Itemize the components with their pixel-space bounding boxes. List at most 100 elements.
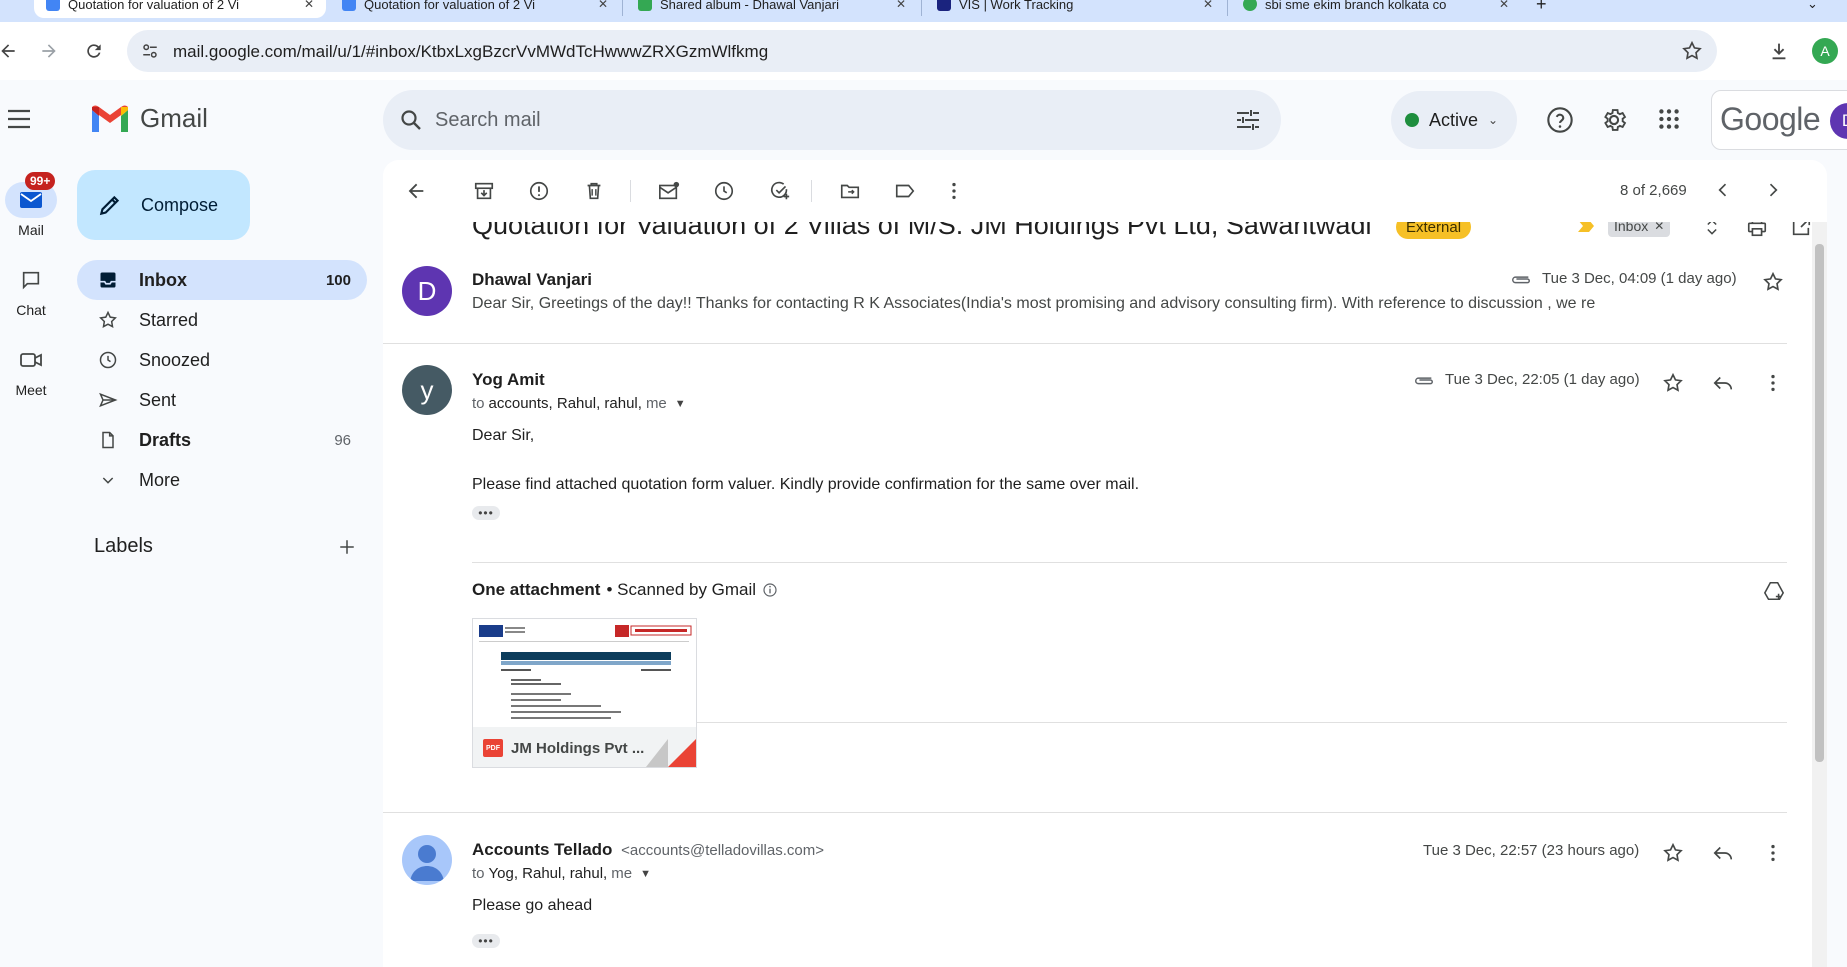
pencil-icon	[99, 195, 120, 216]
download-icon[interactable]	[1765, 37, 1793, 65]
tab-close-icon[interactable]: ✕	[896, 0, 906, 11]
message-collapsed[interactable]: D Dhawal Vanjari Dear Sir, Greetings of …	[383, 263, 1793, 363]
compose-label: Compose	[141, 194, 219, 215]
tab-close-icon[interactable]: ✕	[304, 0, 314, 11]
message-divider	[383, 343, 1787, 344]
add-to-drive-icon[interactable]	[1762, 580, 1786, 602]
message-date-text: Tue 3 Dec, 04:09 (1 day ago)	[1542, 270, 1737, 287]
rail-mail-label: Mail	[18, 222, 44, 238]
settings-gear-icon[interactable]	[1600, 106, 1628, 134]
chat-icon	[22, 271, 40, 290]
search-bar[interactable]	[383, 90, 1281, 150]
message-date-text: Tue 3 Dec, 22:05 (1 day ago)	[1445, 371, 1640, 388]
bookmark-star-icon[interactable]	[1681, 40, 1703, 62]
gmail-logo[interactable]: Gmail	[90, 103, 208, 134]
forward-icon[interactable]	[35, 37, 63, 65]
rail-mail[interactable]: 99+ Mail	[0, 172, 62, 238]
snooze-icon[interactable]	[713, 180, 735, 202]
message-date: Tue 3 Dec, 22:05 (1 day ago)	[1413, 371, 1640, 388]
search-options-icon[interactable]	[1235, 108, 1261, 132]
rail-chat[interactable]: Chat	[0, 262, 62, 318]
sidebar-item-snoozed[interactable]: Snoozed	[77, 340, 367, 380]
sidebar-nav: Inbox 100 Starred Snoozed Sent Drafts 96…	[77, 260, 367, 500]
back-to-inbox-icon[interactable]	[405, 180, 427, 202]
add-to-tasks-icon[interactable]	[768, 180, 792, 202]
reply-icon[interactable]	[1712, 842, 1734, 864]
tab-close-icon[interactable]: ✕	[1499, 0, 1509, 11]
tab-title: Shared album - Dhawal Vanjari	[660, 0, 839, 12]
site-settings-icon[interactable]	[141, 42, 159, 60]
reply-icon[interactable]	[1712, 372, 1734, 394]
address-bar[interactable]: mail.google.com/mail/u/1/#inbox/KtbxLxgB…	[127, 30, 1717, 72]
archive-icon[interactable]	[473, 180, 495, 202]
star-icon	[97, 310, 119, 330]
inbox-icon	[97, 270, 119, 290]
star-icon[interactable]	[1662, 842, 1684, 864]
compose-button[interactable]: Compose	[77, 170, 250, 240]
browser-profile-avatar[interactable]: A	[1812, 38, 1838, 64]
new-tab-button[interactable]: +	[1524, 0, 1564, 18]
message-body: Please find attached quotation form valu…	[472, 476, 1140, 493]
attachment-card[interactable]: PDF JM Holdings Pvt ...	[472, 618, 697, 768]
sidebar-item-sent[interactable]: Sent	[77, 380, 367, 420]
sender-avatar: D	[402, 266, 452, 316]
apps-grid-icon[interactable]	[1656, 106, 1682, 132]
more-options-icon[interactable]	[943, 180, 965, 202]
delete-icon[interactable]	[583, 180, 605, 202]
browser-tab-active[interactable]: Quotation for valuation of 2 Vi ✕	[34, 0, 326, 18]
recipients-dropdown-icon[interactable]: ▼	[640, 868, 651, 880]
photos-favicon-icon	[638, 0, 652, 11]
recipients-line[interactable]: to accounts, Rahul, rahul, me ▼	[472, 395, 686, 412]
search-icon[interactable]	[399, 108, 423, 132]
browser-tab-strip: Quotation for valuation of 2 Vi ✕ Quotat…	[0, 0, 1847, 22]
attachment-count: One attachment	[472, 580, 601, 599]
scanned-by-gmail: • Scanned by Gmail	[606, 580, 757, 599]
star-icon[interactable]	[1762, 271, 1784, 293]
message-more-icon[interactable]	[1762, 842, 1784, 864]
recipients-line[interactable]: to Yog, Rahul, rahul, me ▼	[472, 865, 651, 882]
message-date: Tue 3 Dec, 22:57 (23 hours ago)	[1423, 842, 1640, 859]
tab-search-icon[interactable]: ⌄	[1795, 0, 1825, 18]
main-menu-icon[interactable]	[6, 108, 32, 130]
mark-unread-icon[interactable]	[657, 180, 681, 202]
report-spam-icon[interactable]	[528, 180, 550, 202]
pdf-thumbnail	[473, 619, 696, 727]
older-chevron-right-icon[interactable]	[1763, 180, 1783, 200]
tab-close-icon[interactable]: ✕	[1203, 0, 1213, 11]
message-body: Please go ahead	[472, 897, 593, 914]
message-more-icon[interactable]	[1762, 372, 1784, 394]
message-expanded: Accounts Tellado <accounts@telladovillas…	[383, 835, 1793, 967]
show-trimmed-content-button[interactable]: •••	[472, 934, 500, 948]
browser-tab[interactable]: Quotation for valuation of 2 Vi ✕	[330, 0, 620, 18]
label-icon[interactable]	[893, 180, 917, 202]
move-to-icon[interactable]	[838, 180, 862, 202]
info-icon[interactable]	[762, 582, 778, 598]
sender-avatar: y	[402, 365, 452, 415]
browser-tab[interactable]: Shared album - Dhawal Vanjari ✕	[626, 0, 918, 18]
status-selector[interactable]: Active ⌄	[1391, 91, 1517, 149]
google-account-button[interactable]: Google D	[1711, 90, 1847, 150]
thread-scrollbar[interactable]	[1812, 222, 1827, 967]
recipients-dropdown-icon[interactable]: ▼	[675, 398, 686, 410]
tab-close-icon[interactable]: ✕	[598, 0, 608, 11]
url-text: mail.google.com/mail/u/1/#inbox/KtbxLxgB…	[173, 42, 769, 61]
newer-chevron-left-icon[interactable]	[1713, 180, 1733, 200]
sidebar-item-drafts[interactable]: Drafts 96	[77, 420, 367, 460]
recipients-prefix: to	[472, 395, 485, 412]
account-avatar[interactable]: D	[1830, 103, 1847, 139]
sidebar-item-more[interactable]: More	[77, 460, 367, 500]
sidebar-item-starred[interactable]: Starred	[77, 300, 367, 340]
clock-icon	[97, 350, 119, 370]
add-label-icon[interactable]	[338, 538, 356, 556]
sidebar-item-inbox[interactable]: Inbox 100	[77, 260, 367, 300]
search-input[interactable]	[435, 106, 1155, 134]
browser-tab[interactable]: VIS | Work Tracking ✕	[925, 0, 1225, 18]
browser-tab[interactable]: sbi sme ekim branch kolkata co ✕	[1231, 0, 1521, 18]
scrollbar-thumb[interactable]	[1815, 244, 1824, 762]
rail-meet[interactable]: Meet	[0, 342, 62, 398]
show-trimmed-content-button[interactable]: •••	[472, 506, 500, 520]
help-icon[interactable]	[1546, 106, 1574, 134]
reload-icon[interactable]	[80, 37, 108, 65]
back-icon[interactable]	[0, 37, 22, 65]
star-icon[interactable]	[1662, 372, 1684, 394]
